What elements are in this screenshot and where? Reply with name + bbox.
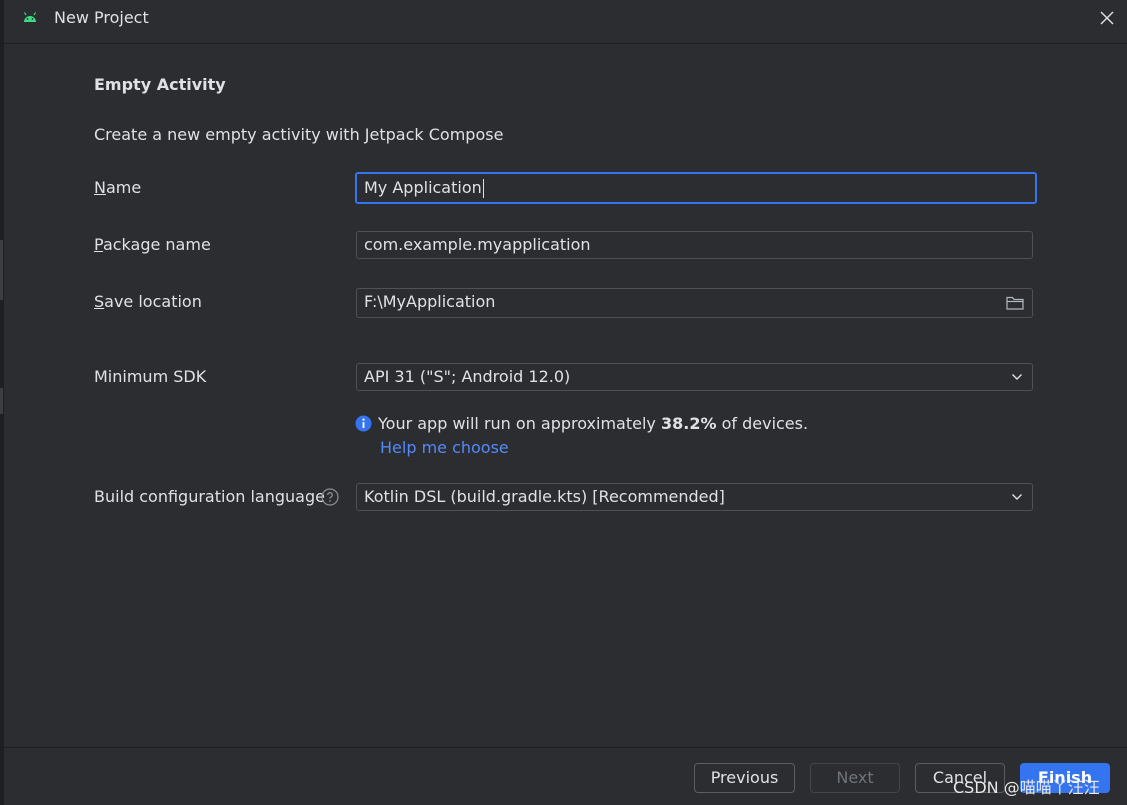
sdk-coverage-suffix: of devices.	[716, 414, 809, 433]
name-label-rest: ame	[105, 178, 142, 197]
build-config-select[interactable]: Kotlin DSL (build.gradle.kts) [Recommend…	[356, 483, 1033, 511]
left-edge-marker	[0, 240, 3, 300]
question-icon[interactable]	[321, 488, 339, 506]
save-location-label-mnemonic: S	[94, 292, 105, 311]
sdk-coverage-percentage: 38.2%	[660, 414, 717, 433]
previous-button[interactable]: Previous	[694, 763, 795, 793]
build-config-value: Kotlin DSL (build.gradle.kts) [Recommend…	[364, 487, 725, 506]
package-name-label-mnemonic: P	[94, 235, 103, 254]
new-project-dialog: New Project Empty Activity Create a new …	[0, 0, 1127, 805]
chevron-down-icon	[1012, 494, 1022, 500]
chevron-down-icon	[1012, 374, 1022, 380]
dialog-footer: Previous Next Cancel Finish	[4, 747, 1127, 805]
folder-icon[interactable]	[1006, 295, 1024, 310]
next-button[interactable]: Next	[810, 763, 900, 793]
name-input[interactable]: My Application	[355, 172, 1037, 204]
minimum-sdk-select[interactable]: API 31 ("S"; Android 12.0)	[356, 363, 1033, 391]
template-description: Create a new empty activity with Jetpack…	[94, 125, 504, 144]
left-edge-strip	[0, 0, 4, 805]
window-title: New Project	[54, 8, 149, 27]
minimum-sdk-label: Minimum SDK	[94, 367, 207, 386]
name-label-mnemonic: N	[94, 178, 106, 197]
package-name-label-rest: ackage name	[102, 235, 211, 254]
help-me-choose-link[interactable]: Help me choose	[380, 438, 509, 457]
template-heading: Empty Activity	[94, 75, 226, 94]
package-name-label: Package name	[94, 235, 211, 254]
package-name-input[interactable]: com.example.myapplication	[356, 231, 1033, 259]
left-edge-marker	[0, 388, 3, 414]
save-location-input[interactable]: F:\MyApplication	[356, 288, 1033, 318]
cancel-button[interactable]: Cancel	[915, 763, 1005, 793]
save-location-value: F:\MyApplication	[364, 292, 496, 311]
text-caret	[482, 179, 484, 198]
title-bar: New Project	[4, 0, 1127, 44]
build-config-label: Build configuration language	[94, 487, 325, 506]
info-icon	[355, 415, 372, 432]
minimum-sdk-value: API 31 ("S"; Android 12.0)	[364, 367, 571, 386]
name-input-value: My Application	[364, 178, 482, 197]
sdk-coverage-prefix: Your app will run on approximately	[378, 414, 661, 433]
close-icon[interactable]	[1097, 8, 1117, 28]
save-location-label-rest: ave location	[104, 292, 202, 311]
save-location-label: Save location	[94, 292, 202, 311]
package-name-value: com.example.myapplication	[364, 235, 591, 254]
sdk-coverage-text: Your app will run on approximately 38.2%…	[378, 414, 808, 433]
android-icon	[23, 12, 37, 22]
name-label: Name	[94, 178, 141, 197]
finish-button[interactable]: Finish	[1020, 763, 1110, 793]
